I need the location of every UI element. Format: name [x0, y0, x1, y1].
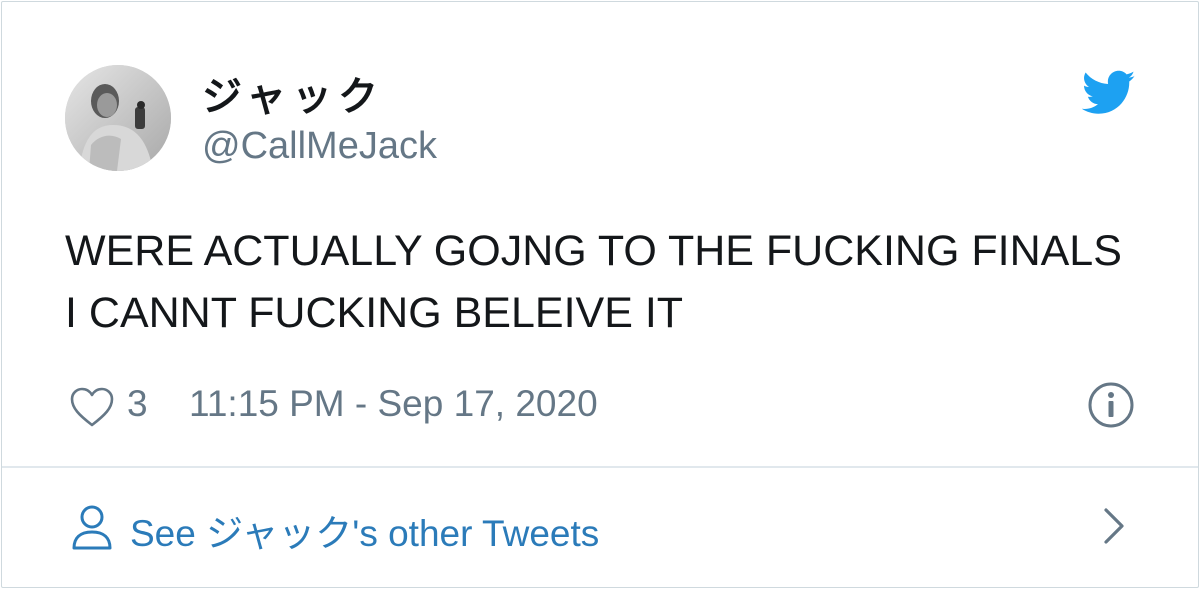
tweet-text: WERE ACTUALLY GOJNG TO THE FUCKING FINAL… [65, 227, 1122, 337]
tweet-timestamp[interactable]: 11:15 PM - Sep 17, 2020 [189, 383, 598, 425]
see-other-tweets-label[interactable]: See ジャック's other Tweets [130, 503, 599, 557]
heart-icon[interactable] [69, 386, 115, 428]
info-icon[interactable] [1087, 381, 1135, 429]
chevron-right-icon[interactable] [1100, 506, 1128, 546]
like-count: 3 [127, 383, 148, 424]
display-name[interactable]: ジャック [202, 64, 384, 122]
avatar[interactable] [65, 65, 171, 171]
tweet-meta: 3 11:15 PM - Sep 17, 2020 [65, 378, 1145, 432]
see-other-tweets-link[interactable]: See ジャック's other Tweets [2, 468, 1198, 586]
person-icon [72, 505, 112, 550]
twitter-bird-icon[interactable] [1082, 70, 1136, 116]
tweet-card: ジャック @CallMeJack WERE ACTUALLY GOJNG TO … [1, 1, 1199, 588]
user-handle[interactable]: @CallMeJack [202, 125, 437, 168]
